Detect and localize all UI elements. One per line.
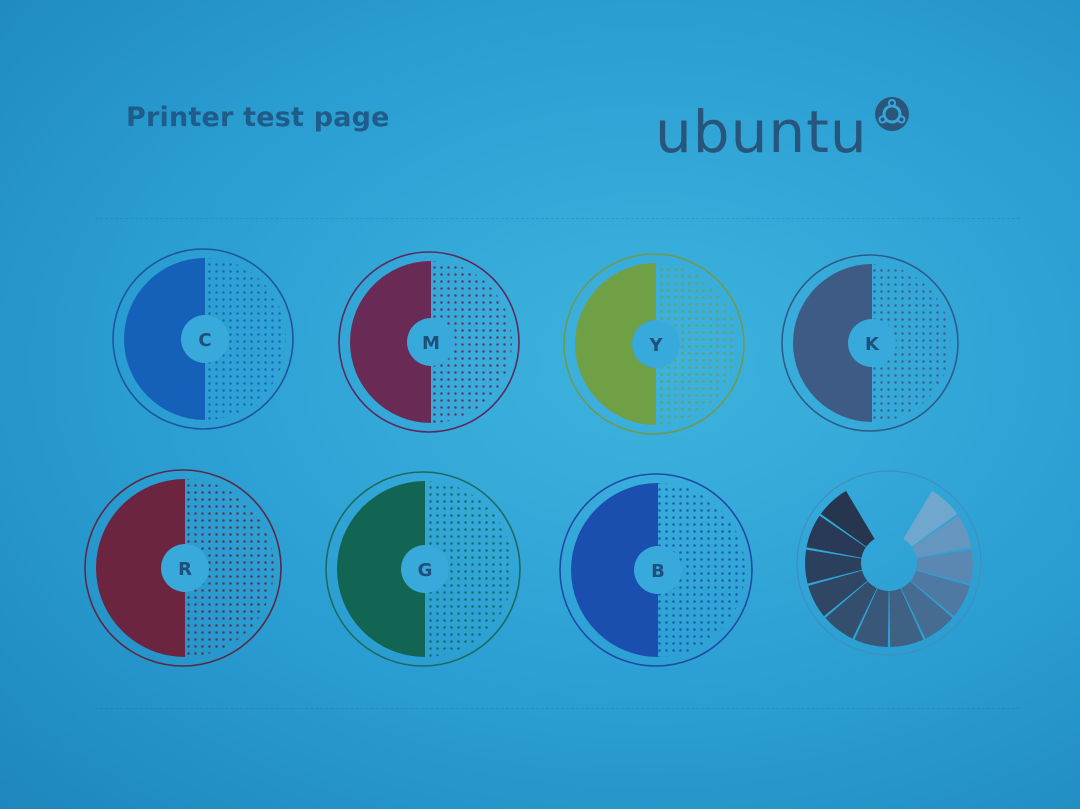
page-title: Printer test page (126, 102, 390, 133)
swatch-cyan: C (112, 248, 294, 430)
grayscale-wheel (796, 470, 982, 656)
swatch-label: G (418, 560, 433, 581)
ubuntu-logo: ubuntu (655, 92, 910, 172)
swatch-label: K (865, 334, 880, 355)
swatch-yellow: Y (563, 253, 745, 435)
top-divider (95, 218, 1020, 219)
swatch-label: M (422, 333, 440, 354)
swatch-green: G (325, 471, 521, 667)
swatch-label: Y (648, 335, 663, 356)
swatch-label: R (178, 559, 192, 580)
circle-of-friends-icon (874, 97, 909, 131)
swatch-blue: B (559, 473, 753, 667)
bottom-divider (95, 708, 1020, 709)
swatch-black: K (781, 254, 959, 432)
swatch-label: B (651, 561, 665, 582)
logo-text: ubuntu (655, 98, 868, 166)
swatch-label: C (198, 330, 211, 351)
swatch-red: R (84, 469, 282, 667)
swatch-magenta: M (338, 251, 520, 433)
